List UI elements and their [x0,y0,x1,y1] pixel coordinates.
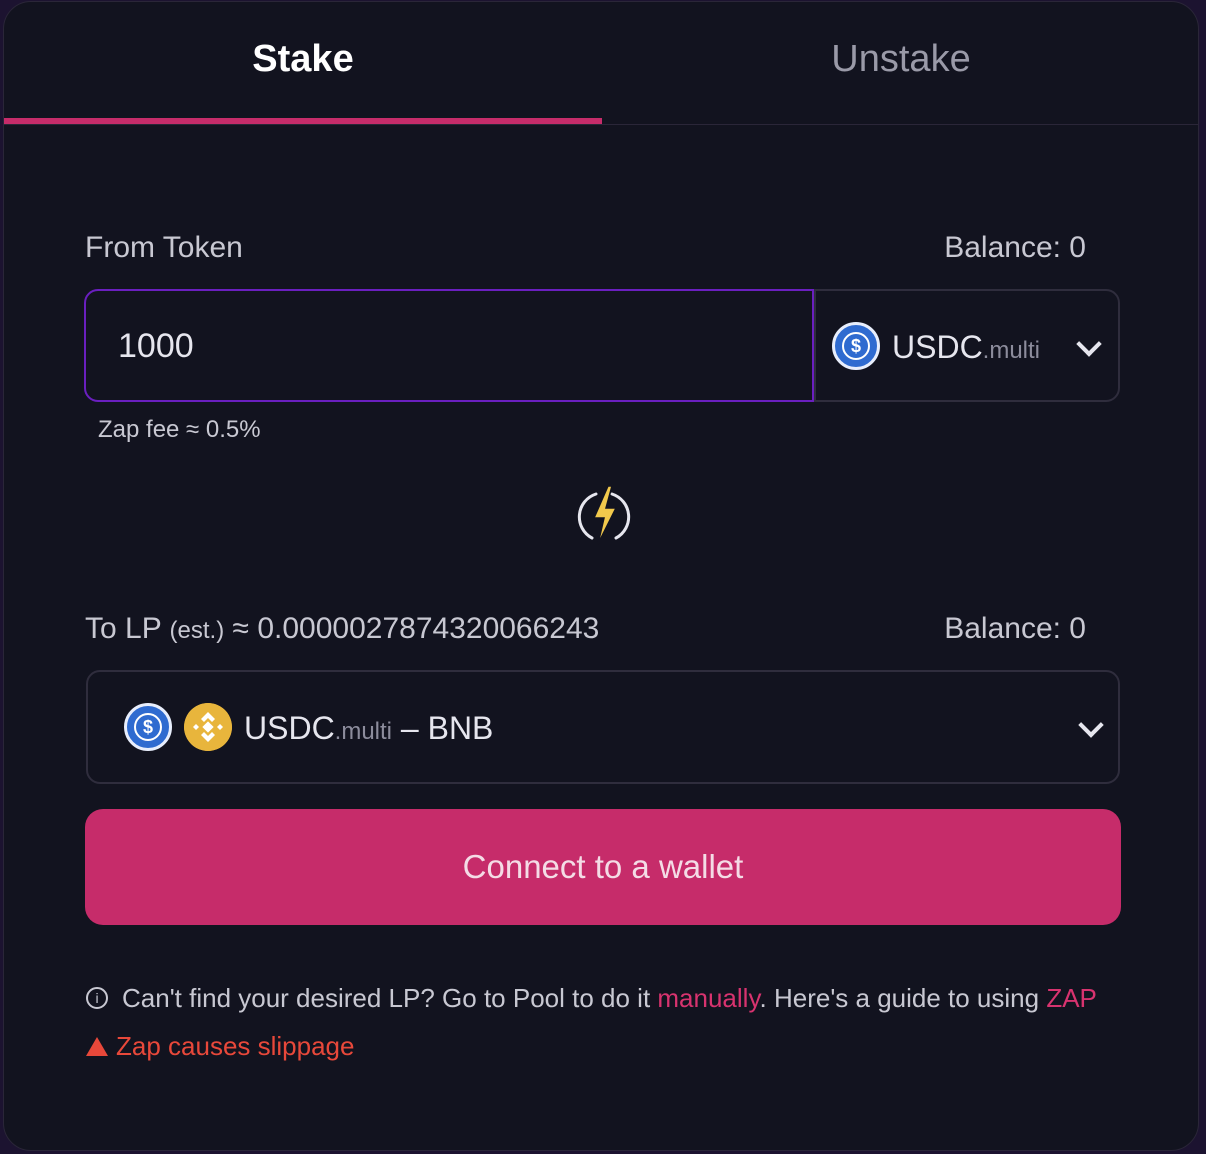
to-lp-label: To LP (est.) ≈ 0.0000027874320066243 [85,612,599,646]
lp-name: USDC.multi – BNB [244,710,493,747]
from-token-label: From Token [85,231,243,264]
slippage-warning: Zap causes slippage [86,1031,354,1062]
zap-lightning-icon [577,486,631,545]
chevron-down-icon [1076,331,1102,357]
warning-text: Zap causes slippage [116,1031,355,1061]
info-text-before: Can't find your desired LP? Go to Pool t… [122,983,658,1013]
amount-field [84,289,814,402]
info-message: i Can't find your desired LP? Go to Pool … [86,983,1097,1014]
info-text-middle: . Here's a guide to using [759,983,1047,1013]
from-token-name: USDC.multi [892,329,1040,366]
info-icon: i [86,987,108,1010]
from-token-select[interactable]: $ USDC.multi [814,289,1120,402]
warning-icon [86,1036,108,1056]
lp-token-a-suffix: .multi [334,718,393,745]
from-token-suffix: .multi [982,337,1041,364]
connect-wallet-button[interactable]: Connect to a wallet [85,809,1121,925]
to-lp-estimate: ≈ 0.0000027874320066243 [232,612,600,645]
usdc-coin-icon: $ [124,703,172,751]
tab-unstake[interactable]: Unstake [602,2,1198,120]
active-tab-indicator [4,118,602,124]
usdc-coin-icon: $ [832,322,880,370]
to-lp-text: To LP [85,612,162,645]
lp-token-a: USDC [244,710,335,746]
lp-separator: – [400,710,419,746]
to-lp-est: (est.) [169,617,225,644]
from-balance: Balance: 0 [944,231,1086,264]
manually-link[interactable]: manually [657,983,759,1013]
from-token-symbol: USDC [892,329,983,365]
tab-bar: Stake Unstake [4,2,1198,125]
bnb-coin-icon [184,703,232,751]
to-balance: Balance: 0 [944,612,1086,645]
tab-stake[interactable]: Stake [4,2,602,120]
lp-select[interactable]: $ USDC.multi – BNB [86,670,1120,784]
lp-token-b: BNB [427,710,494,746]
zap-card: Stake Unstake From Token Balance: 0 $ US… [3,1,1199,1151]
zap-fee: Zap fee ≈ 0.5% [98,416,261,443]
chevron-down-icon [1078,712,1104,738]
zap-guide-link[interactable]: ZAP [1046,983,1097,1013]
amount-input[interactable] [116,291,720,402]
